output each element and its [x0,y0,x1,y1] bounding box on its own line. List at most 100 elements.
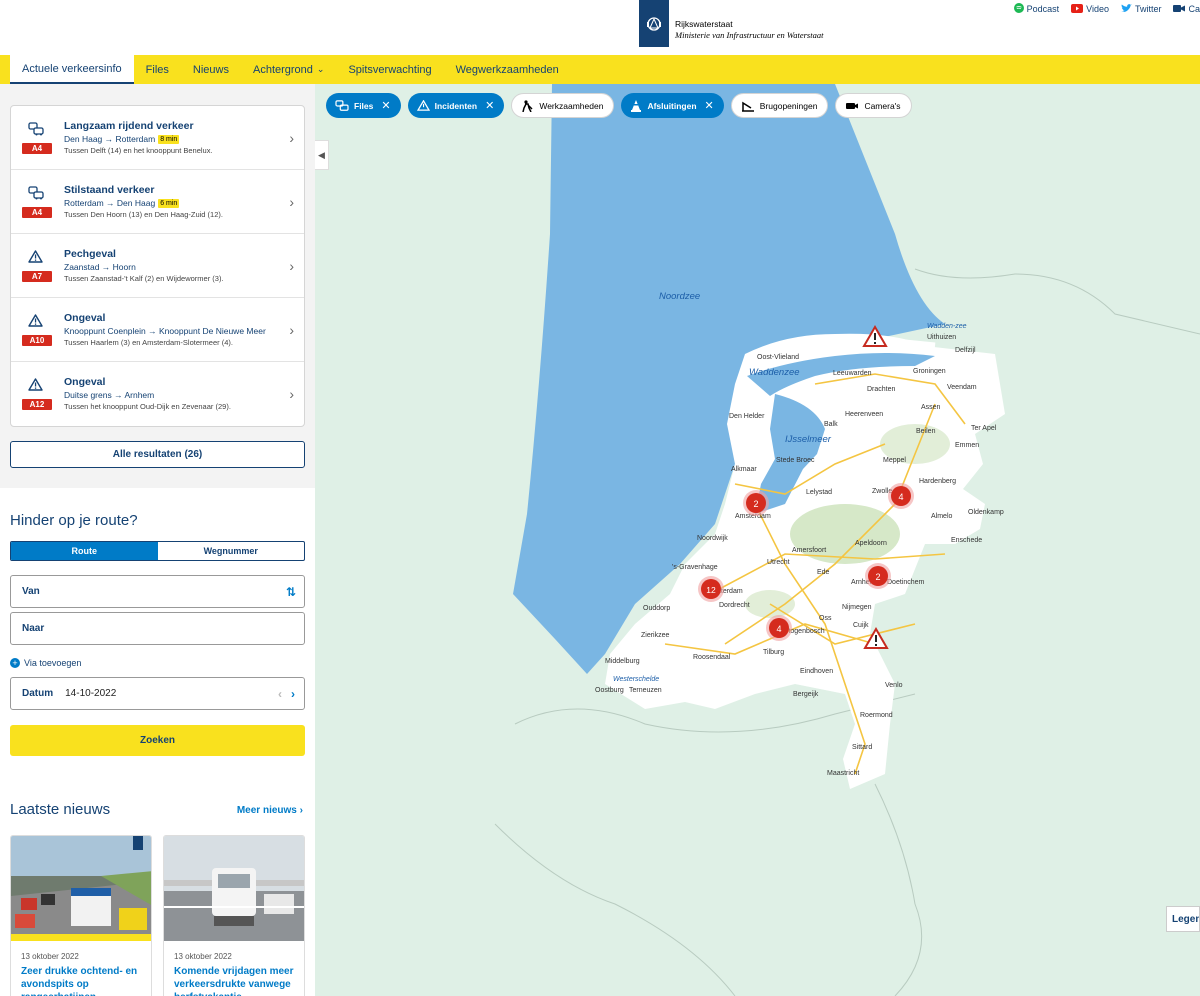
map-filters: Files ✕ Incidenten ✕ Werkzaamheden Afsluiting… [326,93,912,118]
traffic-map[interactable]: Noordzee Waddenzee IJsselmeer Wadden-zee… [315,84,1200,996]
more-news-link[interactable]: Meer nieuws › [237,805,303,816]
city-label: Dordrecht [719,602,750,609]
news-headline[interactable]: Zeer drukke ochtend- en avondspits op ra… [21,965,146,996]
close-icon[interactable]: ✕ [381,99,390,112]
incident-cluster[interactable]: 2 [743,490,769,516]
date-field[interactable]: Datum 14-10-2022 ‹ › [10,677,305,710]
incident-description: Tussen Haarlem (3) en Amsterdam-Sloterme… [64,338,233,347]
to-field[interactable]: Naar [10,612,305,645]
incident-title: Ongeval [64,376,106,388]
city-label: Apeldoorn [855,540,887,547]
delay-badge: 8 min [158,134,180,144]
nav-files[interactable]: Files [134,55,181,84]
incident-description: Tussen het knooppunt Oud-Dijk en Zevenaa… [64,402,231,411]
incident-description: Tussen Zaanstad-'t Kalf (2) en Wijdeworm… [64,274,224,283]
social-twitter[interactable]: Twitter [1120,3,1161,15]
incident-item[interactable]: A4 Stilstaand verkeer Rotterdam → Den Haag… [11,170,304,234]
nav-actuele-verkeersinfo[interactable]: Actuele verkeersinfo [10,55,134,84]
all-results-button[interactable]: Alle resultaten (26) [10,441,305,468]
filter-chip-werkzaamheden[interactable]: Werkzaamheden [511,93,615,118]
nav-spitsverwachting[interactable]: Spitsverwachting [336,55,443,84]
nav-nieuws[interactable]: Nieuws [181,55,241,84]
nav-wegwerkzaamheden[interactable]: Wegwerkzaamheden [444,55,571,84]
road-badge: A12 [22,399,52,410]
incident-item[interactable]: A4 Langzaam rijdend verkeer Den Haag → Rot… [11,106,304,170]
svg-text:2: 2 [753,499,758,509]
incident-item[interactable]: A12 Ongeval Duitse grens → Arnhem Tussen he… [11,362,304,426]
add-via-link[interactable]: + Via toevoegen [10,658,81,668]
incident-cluster[interactable]: 4 [766,615,792,641]
incident-cluster[interactable]: 2 [865,563,891,589]
tab-route[interactable]: Route [11,542,158,560]
incident-title: Ongeval [64,312,106,324]
collapse-sidebar-button[interactable]: ◀ [315,140,329,170]
legend-button[interactable]: Legenda [1166,906,1200,932]
plus-icon: + [10,658,20,668]
filter-chip-files[interactable]: Files ✕ [326,93,401,118]
city-label: Zierikzee [641,632,670,639]
filter-chip-brugopeningen[interactable]: Brugopeningen [730,93,829,118]
city-label: Ter Apel [971,425,997,432]
city-label: Roermond [860,712,893,719]
search-button[interactable]: Zoeken [10,725,305,756]
city-label: Den Helder [729,413,765,420]
city-label: Alkmaar [731,466,757,473]
city-label: Oost-Vlieland [757,354,799,361]
social-podcast[interactable]: Podcast [1013,3,1059,15]
traffic-jam-icon [28,186,46,202]
city-label: Middelburg [605,658,640,665]
incident-description: Tussen Den Hoorn (13) en Den Haag-Zuid (… [64,210,223,219]
brand-subtitle: Ministerie van Infrastructuur en Waterst… [675,30,824,40]
filter-chip-incidenten[interactable]: Incidenten ✕ [407,93,505,118]
city-label: Uithuizen [927,334,956,341]
chevron-right-icon: › [289,258,294,274]
traffic-jam-icon [335,99,349,112]
filter-chip-cameras[interactable]: Camera's [835,93,912,118]
news-image-caravan [164,836,304,941]
news-headline[interactable]: Komende vrijdagen meer verkeersdrukte va… [174,965,299,996]
city-label: Ede [817,569,830,576]
city-label: Almelo [931,513,953,520]
camera-icon [845,101,859,111]
close-icon[interactable]: ✕ [705,99,714,112]
city-label: Emmen [955,442,979,449]
city-label: 's-Gravenhage [672,564,718,571]
bridge-icon [741,100,755,112]
chevron-left-icon[interactable]: ‹ [278,687,282,701]
filter-chip-afsluitingen[interactable]: Afsluitingen ✕ [621,93,724,118]
incident-item[interactable]: A10 Ongeval Knooppunt Coenplein → Knooppun… [11,298,304,362]
swap-icon[interactable]: ⇅ [286,585,296,599]
city-label: Cuijk [853,622,869,629]
social-video[interactable]: Video [1071,3,1109,15]
warning-icon [28,314,46,330]
incident-list: A4 Langzaam rijdend verkeer Den Haag → Rot… [10,105,305,427]
svg-text:4: 4 [898,492,903,502]
road-badge: A4 [22,143,52,154]
news-card[interactable]: 13 oktober 2022 Zeer drukke ochtend- en … [10,835,152,996]
chevron-right-icon[interactable]: › [291,687,295,701]
incident-item[interactable]: A7 Pechgeval Zaanstad → Hoorn Tussen Zaanst… [11,234,304,298]
chevron-right-icon: › [289,130,294,146]
chevron-right-icon: › [289,322,294,338]
nav-achtergrond[interactable]: Achtergrond ⌄ [241,55,336,84]
close-icon[interactable]: ✕ [485,99,494,112]
top-bar: Rijkswaterstaat Ministerie van Infrastru… [0,0,1200,55]
city-label: Balk [824,421,838,428]
city-label: Doetinchem [887,579,925,586]
social-links: Podcast Video Twitter Ca [1013,3,1200,15]
incident-cluster[interactable]: 12 [698,576,724,602]
city-label: Sittard [852,744,872,751]
sea-label-ijsselmeer: IJsselmeer [785,434,832,445]
city-label: Groningen [913,368,946,375]
city-label: Bergeijk [793,691,819,698]
sidebar: A4 Langzaam rijdend verkeer Den Haag → Rot… [0,84,315,996]
social-camera[interactable]: Ca [1173,3,1200,15]
incident-cluster[interactable]: 4 [888,483,914,509]
city-label: Ouddorp [643,605,670,612]
brand-logo[interactable]: Rijkswaterstaat Ministerie van Infrastru… [639,0,823,47]
from-field[interactable]: Van ⇅ [10,575,305,608]
tab-wegnummer[interactable]: Wegnummer [158,542,305,560]
incident-direction: Knooppunt Coenplein → Knooppunt De Nieuw… [64,326,266,336]
news-card[interactable]: 13 oktober 2022 Komende vrijdagen meer v… [163,835,305,996]
city-label: Maastricht [827,770,859,777]
